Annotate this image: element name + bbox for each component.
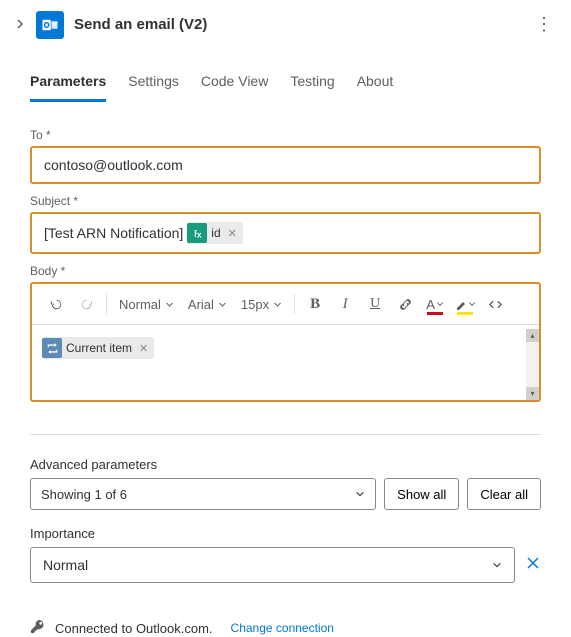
- fx-icon: [187, 223, 207, 243]
- font-color-button[interactable]: A: [421, 290, 449, 318]
- subject-input[interactable]: [Test ARN Notification] id ✕: [30, 212, 541, 254]
- body-editor[interactable]: Normal Arial 15px B I U A Current item ✕…: [30, 282, 541, 402]
- to-label: To *: [30, 128, 541, 142]
- underline-button[interactable]: U: [361, 290, 389, 318]
- show-all-button[interactable]: Show all: [384, 478, 459, 510]
- tab-bar: Parameters Settings Code View Testing Ab…: [0, 65, 571, 102]
- clear-all-button[interactable]: Clear all: [467, 478, 541, 510]
- chevron-down-icon: [355, 489, 365, 499]
- importance-label: Importance: [30, 526, 541, 541]
- expand-toggle[interactable]: [14, 17, 26, 33]
- scroll-down-icon[interactable]: ▾: [526, 387, 539, 400]
- importance-value: Normal: [43, 557, 88, 573]
- change-connection-link[interactable]: Change connection: [231, 621, 334, 635]
- body-content-area[interactable]: Current item ✕ ▴ ▾: [32, 329, 539, 400]
- token-label: Current item: [66, 341, 132, 355]
- subject-label: Subject *: [30, 194, 541, 208]
- rich-text-toolbar: Normal Arial 15px B I U A: [32, 284, 539, 325]
- token-label: id: [211, 226, 220, 240]
- advanced-params-label: Advanced parameters: [30, 457, 541, 472]
- connection-icon: [30, 619, 45, 637]
- tab-about[interactable]: About: [357, 65, 394, 102]
- tab-testing[interactable]: Testing: [290, 65, 334, 102]
- tab-code-view[interactable]: Code View: [201, 65, 268, 102]
- scrollbar[interactable]: ▴ ▾: [526, 329, 539, 400]
- scroll-up-icon[interactable]: ▴: [526, 329, 539, 342]
- action-title: Send an email (V2): [74, 16, 521, 33]
- size-select[interactable]: 15px: [235, 297, 288, 312]
- chevron-down-icon: [492, 560, 502, 570]
- undo-button[interactable]: [42, 290, 70, 318]
- dynamic-token-id[interactable]: id ✕: [187, 222, 243, 244]
- advanced-params-select[interactable]: Showing 1 of 6: [30, 478, 376, 510]
- tab-parameters[interactable]: Parameters: [30, 65, 106, 102]
- italic-button[interactable]: I: [331, 290, 359, 318]
- more-menu-icon[interactable]: ⋮: [531, 10, 557, 39]
- to-input[interactable]: contoso@outlook.com: [30, 146, 541, 184]
- link-button[interactable]: [391, 290, 419, 318]
- advanced-summary: Showing 1 of 6: [41, 487, 127, 502]
- bold-button[interactable]: B: [301, 290, 329, 318]
- divider: [30, 434, 541, 435]
- connection-status: Connected to Outlook.com.: [55, 621, 213, 636]
- style-select[interactable]: Normal: [113, 297, 180, 312]
- importance-clear-button[interactable]: [525, 555, 541, 576]
- redo-button[interactable]: [72, 290, 100, 318]
- code-view-button[interactable]: [481, 290, 509, 318]
- loop-icon: [42, 338, 62, 358]
- dynamic-token-current-item[interactable]: Current item ✕: [42, 337, 154, 359]
- tab-settings[interactable]: Settings: [128, 65, 179, 102]
- body-label: Body *: [30, 264, 541, 278]
- token-remove-icon[interactable]: ✕: [136, 342, 151, 355]
- importance-select[interactable]: Normal: [30, 547, 515, 583]
- subject-prefix-text: [Test ARN Notification]: [44, 225, 183, 241]
- highlight-button[interactable]: [451, 290, 479, 318]
- font-select[interactable]: Arial: [182, 297, 233, 312]
- token-remove-icon[interactable]: ✕: [225, 227, 240, 240]
- to-value: contoso@outlook.com: [44, 157, 183, 173]
- outlook-icon: [36, 11, 64, 39]
